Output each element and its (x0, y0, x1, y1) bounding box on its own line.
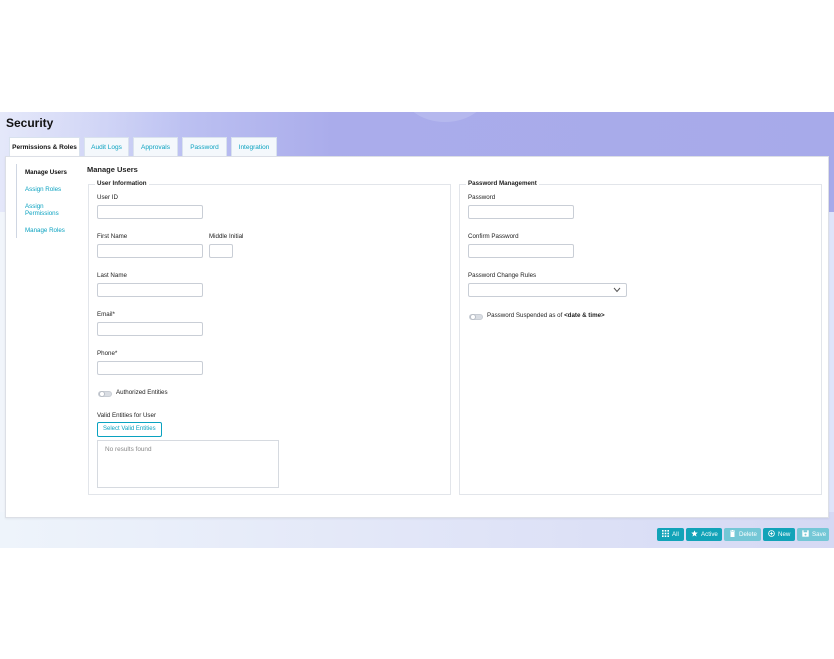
confirm-password-input[interactable] (468, 244, 574, 258)
sidebar-item-assign-permissions[interactable]: Assign Permissions (25, 203, 65, 217)
first-name-input[interactable] (97, 244, 203, 258)
new-button[interactable]: New (763, 528, 795, 541)
password-suspended-toggle[interactable] (469, 314, 483, 320)
floppy-icon (802, 530, 809, 537)
sidebar-nav: Manage Users Assign Roles Assign Permiss… (16, 164, 77, 238)
toggle-knob (470, 314, 476, 320)
tab-password[interactable]: Password (182, 137, 227, 156)
page-title: Security (6, 116, 54, 130)
all-button[interactable]: All (657, 528, 684, 541)
save-button[interactable]: Save (797, 528, 829, 541)
tab-permissions-roles[interactable]: Permissions & Roles (9, 137, 80, 156)
plus-circle-icon (768, 530, 775, 537)
star-icon (691, 530, 698, 537)
last-name-input[interactable] (97, 283, 203, 297)
tab-approvals[interactable]: Approvals (133, 137, 178, 156)
active-button[interactable]: Active (686, 528, 722, 541)
email-label: Email* (97, 311, 115, 318)
no-results-text: No results found (105, 446, 152, 453)
authorized-entities-toggle[interactable] (98, 391, 112, 397)
confirm-password-label: Confirm Password (468, 233, 519, 240)
select-valid-entities-button[interactable]: Select Valid Entities (97, 422, 162, 437)
app-container: Security Permissions & Roles Audit Logs … (0, 112, 834, 548)
password-suspended-prefix: Password Suspended as of (487, 312, 565, 319)
phone-label: Phone* (97, 350, 118, 357)
password-suspended-date: <date & time> (564, 312, 605, 319)
valid-entities-label: Valid Entities for User (97, 412, 157, 419)
content-card: Manage Users Assign Roles Assign Permiss… (5, 156, 829, 518)
sidebar-item-assign-roles[interactable]: Assign Roles (25, 186, 75, 193)
tab-audit-logs[interactable]: Audit Logs (84, 137, 129, 156)
chevron-down-icon (613, 287, 621, 293)
password-input[interactable] (468, 205, 574, 219)
middle-initial-input[interactable] (209, 244, 233, 258)
first-name-label: First Name (97, 233, 128, 240)
password-change-rules-select[interactable] (468, 283, 627, 297)
email-input[interactable] (97, 322, 203, 336)
password-management-legend: Password Management (466, 180, 539, 187)
banner-glow (400, 112, 490, 122)
sidebar-item-manage-roles[interactable]: Manage Roles (25, 227, 75, 234)
password-label: Password (468, 194, 496, 201)
delete-button[interactable]: Delete (724, 528, 761, 541)
all-button-label: All (672, 531, 679, 538)
trash-icon (730, 530, 735, 537)
middle-initial-label: Middle Initial (209, 233, 244, 240)
authorized-entities-label: Authorized Entities (116, 389, 168, 396)
save-button-label: Save (812, 531, 827, 538)
user-information-panel: User Information User ID First Name Midd… (88, 180, 451, 495)
section-title: Manage Users (87, 165, 138, 174)
grid-icon (662, 530, 669, 537)
tab-integration[interactable]: Integration (231, 137, 277, 156)
delete-button-label: Delete (739, 531, 757, 538)
user-information-legend: User Information (95, 180, 149, 187)
password-management-panel: Password Management Password Confirm Pas… (459, 180, 822, 495)
active-button-label: Active (701, 531, 718, 538)
sidebar-item-manage-users[interactable]: Manage Users (25, 169, 75, 176)
valid-entities-results: No results found (97, 440, 279, 488)
user-id-input[interactable] (97, 205, 203, 219)
user-id-label: User ID (97, 194, 118, 201)
last-name-label: Last Name (97, 272, 127, 279)
new-button-label: New (778, 531, 791, 538)
phone-input[interactable] (97, 361, 203, 375)
toggle-knob (99, 391, 105, 397)
password-suspended-label: Password Suspended as of <date & time> (487, 312, 605, 319)
password-change-rules-label: Password Change Rules (468, 272, 537, 279)
